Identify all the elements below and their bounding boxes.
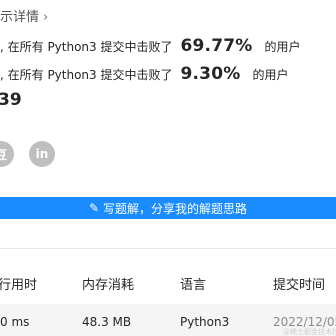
write-solution-label: 写题解，分享我的解题思路 (103, 201, 248, 216)
cell-language: Python3 (180, 315, 230, 329)
section-divider (0, 248, 336, 249)
memory-stat-line: , 在所有 Python3 提交中击败了 9.30% 的用户 (0, 64, 289, 85)
show-details-label[interactable]: 示详情 (0, 10, 39, 25)
cell-memory: 48.3 MB (82, 315, 132, 329)
pencil-icon: ✎ (88, 201, 100, 215)
write-solution-button[interactable]: ✎ 写题解，分享我的解题思路 (0, 197, 336, 219)
partial-number: 39 (0, 90, 22, 110)
watermark-text: @稀土掘金技术社区 (283, 328, 336, 336)
show-details-link[interactable]: 示详情 › (0, 6, 48, 25)
memory-stat-prefix: , 在所有 Python3 提交中击败了 (0, 68, 173, 82)
chevron-right-icon[interactable]: › (43, 10, 48, 25)
memory-stat-suffix: 的用户 (252, 68, 289, 82)
header-language: 语言 (180, 278, 207, 293)
header-submit-time: 提交时间 (273, 278, 326, 293)
runtime-stat-suffix: 的用户 (264, 40, 301, 54)
runtime-stat-prefix: , 在所有 Python3 提交中击败了 (0, 40, 173, 54)
cell-runtime: 0 ms (0, 315, 30, 329)
runtime-stat-line: , 在所有 Python3 提交中击败了 69.77% 的用户 (0, 36, 301, 57)
runtime-beat-percent: 69.77% (180, 36, 253, 56)
submission-result-page: 示详情 › , 在所有 Python3 提交中击败了 69.77% 的用户 , 在所有… (0, 0, 336, 336)
header-runtime: 行用时 (0, 278, 38, 293)
linkedin-share-icon[interactable]: in (29, 141, 55, 167)
douban-share-icon[interactable]: 豆 (0, 141, 14, 167)
header-memory: 内存消耗 (82, 278, 135, 293)
memory-beat-percent: 9.30% (180, 64, 241, 84)
